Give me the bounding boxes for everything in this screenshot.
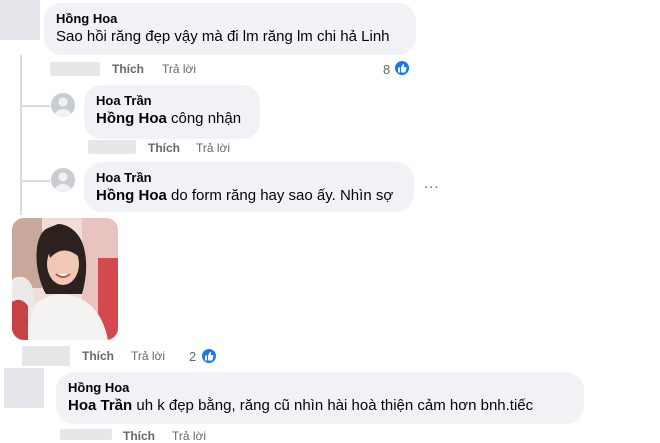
thread-line	[20, 55, 22, 215]
default-user-icon[interactable]	[51, 168, 75, 192]
comment-bubble: Hoa Trần Hồng Hoa do form răng hay sao ấ…	[84, 162, 414, 212]
comment-bubble: Hồng Hoa Hoa Trần uh k đẹp bằng, răng cũ…	[56, 372, 584, 424]
avatar[interactable]	[4, 368, 44, 408]
comment-photo[interactable]	[12, 218, 118, 340]
comment-text: Sao hồi răng đẹp vậy mà đi lm răng lm ch…	[56, 28, 390, 45]
reaction-count[interactable]: 8	[383, 62, 390, 78]
reaction-count[interactable]: 2	[189, 349, 196, 365]
like-button[interactable]: Thích	[112, 62, 144, 76]
timestamp-redacted	[50, 62, 100, 76]
reply-button[interactable]: Trả lời	[172, 429, 206, 443]
comment-author[interactable]: Hoa Trần	[96, 169, 402, 186]
mention-link[interactable]: Hồng Hoa	[96, 187, 167, 204]
like-button[interactable]: Thích	[148, 141, 180, 155]
like-button[interactable]: Thích	[82, 349, 114, 363]
timestamp-redacted	[22, 346, 70, 366]
comment-author[interactable]: Hồng Hoa	[56, 10, 404, 27]
comment-text: Hồng Hoa công nhận	[96, 109, 248, 129]
like-thumb-icon[interactable]	[393, 59, 411, 77]
comment-body: do form răng hay sao ấy. Nhìn sợ	[166, 187, 394, 204]
comment-text: Hoa Trần uh k đẹp bằng, răng cũ nhìn hài…	[68, 396, 572, 416]
comment-text: Hồng Hoa do form răng hay sao ấy. Nhìn s…	[96, 186, 402, 206]
comment-bubble: Hồng Hoa Sao hồi răng đẹp vậy mà đi lm r…	[44, 3, 416, 55]
like-thumb-icon[interactable]	[200, 347, 218, 365]
thread-line-branch	[20, 180, 50, 182]
comment-body: công nhận	[166, 110, 242, 127]
timestamp-redacted	[88, 140, 136, 154]
like-button[interactable]: Thích	[123, 429, 155, 443]
reply-button[interactable]: Trả lời	[131, 349, 165, 363]
comment-body: uh k đẹp bằng, răng cũ nhìn hài hoà thiệ…	[132, 397, 534, 414]
reply-button[interactable]: Trả lời	[196, 141, 230, 155]
default-user-icon[interactable]	[51, 93, 75, 117]
thread-line-branch	[20, 105, 50, 107]
mention-link[interactable]: Hoa Trần	[68, 397, 132, 414]
comment-bubble: Hoa Trần Hồng Hoa công nhận	[84, 85, 260, 139]
avatar[interactable]	[0, 0, 40, 40]
comment-author[interactable]: Hoa Trần	[96, 92, 248, 109]
comment-author[interactable]: Hồng Hoa	[68, 379, 572, 396]
reply-button[interactable]: Trả lời	[162, 62, 196, 76]
more-horizontal-icon[interactable]: ...	[424, 176, 440, 191]
mention-link[interactable]: Hồng Hoa	[96, 110, 167, 127]
timestamp-redacted	[60, 429, 112, 440]
